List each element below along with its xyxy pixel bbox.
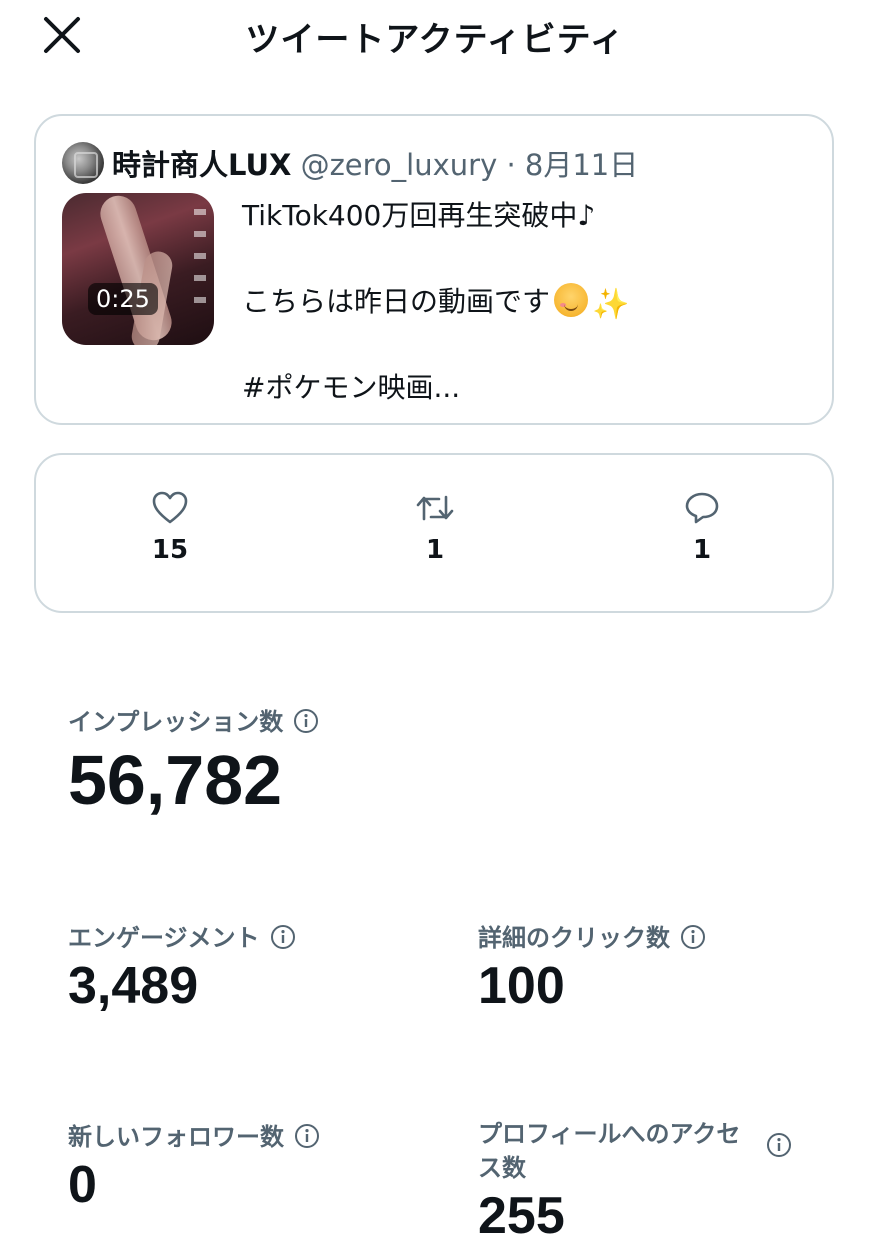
header: ツイートアクティビティ bbox=[0, 0, 870, 70]
detail-clicks-label-row: 詳細のクリック数 bbox=[478, 918, 706, 956]
heart-icon bbox=[152, 491, 188, 524]
impressions-label-row: インプレッション数 bbox=[68, 702, 319, 740]
page-title: ツイートアクティビティ bbox=[245, 20, 625, 60]
reply-icon bbox=[685, 492, 719, 524]
new-followers-info-icon[interactable] bbox=[294, 1123, 320, 1155]
tweet-author-line: 時計商人LUX @zero_luxury · 8月11日 bbox=[112, 142, 638, 184]
engagements-label: エンゲージメント bbox=[68, 924, 260, 952]
tweet-text: TikTok400万回再生突破中♪ こちらは昨日の動画です ✨ #ポケモン映画..… bbox=[242, 194, 629, 409]
impressions-value: 56,782 bbox=[68, 741, 283, 819]
tweet-text-line-with-emoji: こちらは昨日の動画です ✨ bbox=[242, 280, 629, 323]
replies-count: 1 bbox=[692, 535, 712, 565]
likes-item[interactable]: 15 bbox=[130, 491, 210, 565]
video-frame-overlay bbox=[194, 209, 206, 309]
detail-clicks-value: 100 bbox=[478, 957, 565, 1015]
author-handle-date: @zero_luxury · 8月11日 bbox=[291, 148, 639, 182]
new-followers-value: 0 bbox=[68, 1156, 97, 1214]
retweet-icon bbox=[416, 495, 454, 521]
avatar[interactable] bbox=[62, 142, 104, 184]
likes-count: 15 bbox=[151, 535, 189, 565]
new-followers-label-row: 新しいフォロワー数 bbox=[68, 1117, 320, 1155]
engagements-label-row: エンゲージメント bbox=[68, 918, 296, 956]
engagements-value: 3,489 bbox=[68, 957, 199, 1015]
retweets-item[interactable]: 1 bbox=[395, 491, 475, 565]
new-followers-label: 新しいフォロワー数 bbox=[68, 1123, 284, 1151]
tweet-text-blank bbox=[242, 323, 629, 366]
replies-item[interactable]: 1 bbox=[662, 491, 742, 565]
author-name[interactable]: 時計商人LUX bbox=[112, 148, 291, 182]
sparkles-emoji-icon: ✨ bbox=[592, 287, 630, 322]
engagement-card: 15 1 1 bbox=[34, 453, 834, 613]
profile-visits-label: プロフィールへのアクセ ス数 bbox=[478, 1117, 740, 1185]
tweet-text-line: #ポケモン映画... bbox=[242, 371, 461, 404]
impressions-label: インプレッション数 bbox=[68, 708, 284, 736]
impressions-info-icon[interactable] bbox=[293, 708, 319, 740]
profile-visits-label-line: ス数 bbox=[478, 1154, 526, 1182]
profile-visits-info-icon[interactable] bbox=[766, 1132, 792, 1162]
profile-visits-label-line: プロフィールへのアクセ bbox=[478, 1120, 741, 1148]
profile-visits-value: 255 bbox=[478, 1187, 565, 1245]
retweets-count: 1 bbox=[425, 535, 445, 565]
engagements-info-icon[interactable] bbox=[270, 924, 296, 956]
video-thumbnail[interactable]: 0:25 bbox=[62, 193, 214, 345]
tweet-text-line: TikTok400万回再生突破中♪ bbox=[242, 199, 596, 232]
detail-clicks-label: 詳細のクリック数 bbox=[478, 924, 670, 952]
tweet-preview-card[interactable]: 時計商人LUX @zero_luxury · 8月11日 0:25 TikTok… bbox=[34, 114, 834, 425]
video-duration-badge: 0:25 bbox=[88, 283, 158, 315]
detail-clicks-info-icon[interactable] bbox=[680, 924, 706, 956]
smiling-face-emoji-icon bbox=[554, 283, 589, 317]
tweet-text-line: こちらは昨日の動画です bbox=[242, 285, 551, 318]
tweet-text-blank bbox=[242, 237, 629, 280]
